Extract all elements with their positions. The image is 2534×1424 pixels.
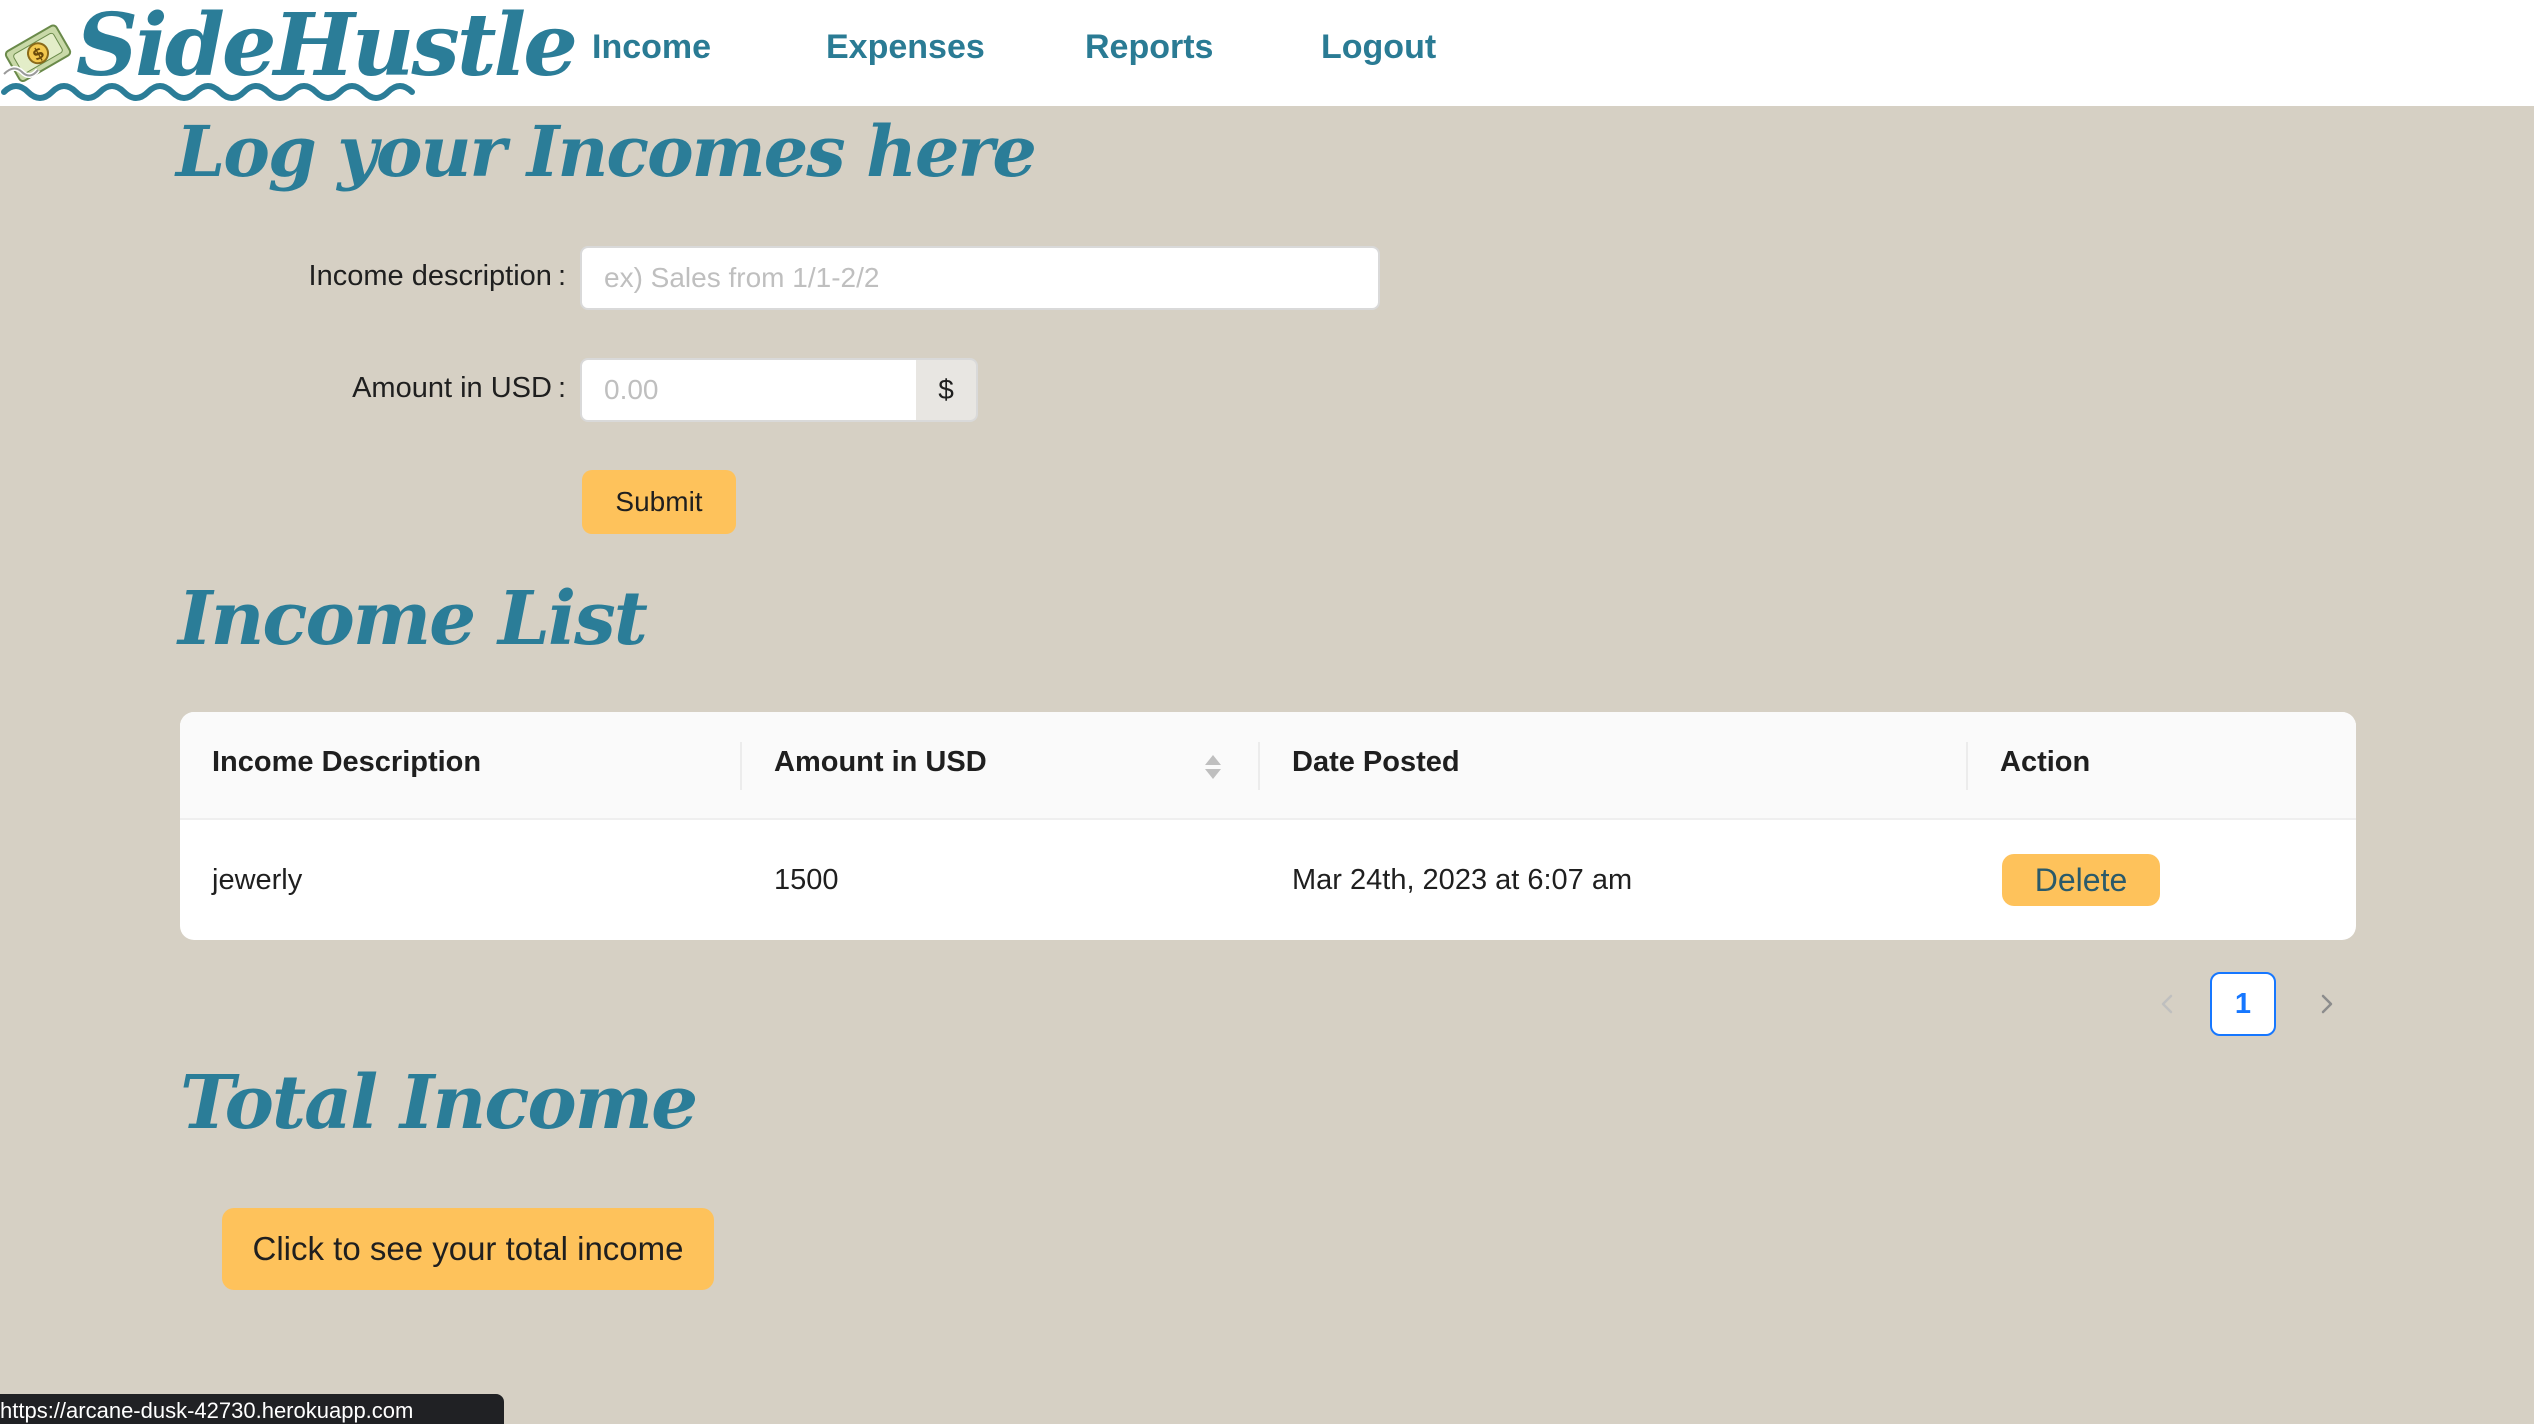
description-label-text: Income description xyxy=(308,260,552,292)
navbar: $ SideHustle Income Expenses Reports Log… xyxy=(0,0,2534,106)
brand-wave-underline xyxy=(1,83,415,101)
amount-label: Amount in USD: xyxy=(146,372,566,405)
chevron-right-icon[interactable] xyxy=(2312,988,2342,1020)
column-header-description: Income Description xyxy=(212,746,482,778)
column-header-amount[interactable]: Amount in USD xyxy=(774,746,987,779)
page-title: Log your Incomes here xyxy=(176,110,1037,193)
income-table: Income Description Amount in USD Date Po… xyxy=(180,712,2356,940)
status-bar-url: https://arcane-dusk-42730.herokuapp.com xyxy=(0,1394,504,1424)
pagination-page[interactable]: 1 xyxy=(2210,972,2276,1036)
row-date: Mar 24th, 2023 at 6:07 am xyxy=(1292,864,1633,896)
column-separator xyxy=(1258,742,1260,790)
submit-button[interactable]: Submit xyxy=(582,470,736,534)
chevron-left-icon[interactable] xyxy=(2152,988,2182,1020)
row-description: jewerly xyxy=(212,864,303,896)
income-list-heading: Income List xyxy=(178,576,648,662)
row-amount: 1500 xyxy=(774,864,839,896)
nav-logout[interactable]: Logout xyxy=(1321,28,1436,67)
nav-reports[interactable]: Reports xyxy=(1085,28,1213,67)
column-separator xyxy=(1966,742,1968,790)
total-income-button[interactable]: Click to see your total income xyxy=(222,1208,714,1290)
table-header: Income Description Amount in USD Date Po… xyxy=(180,712,2356,820)
income-description-input[interactable] xyxy=(580,246,1380,310)
sort-icon[interactable] xyxy=(1202,752,1224,782)
column-header-action: Action xyxy=(2000,746,2091,778)
amount-input[interactable] xyxy=(580,358,918,422)
currency-addon: $ xyxy=(916,358,978,422)
nav-expenses[interactable]: Expenses xyxy=(826,28,985,67)
delete-button[interactable]: Delete xyxy=(2002,854,2160,906)
amount-label-colon: : xyxy=(557,372,566,404)
brand-logo[interactable]: $ SideHustle xyxy=(0,0,578,104)
column-separator xyxy=(740,742,742,790)
nav-income[interactable]: Income xyxy=(592,28,711,67)
amount-label-text: Amount in USD xyxy=(352,372,552,404)
description-label: Income description: xyxy=(146,260,566,293)
column-header-date: Date Posted xyxy=(1292,746,1460,778)
description-label-colon: : xyxy=(557,260,566,292)
total-income-heading: Total Income xyxy=(180,1060,698,1146)
